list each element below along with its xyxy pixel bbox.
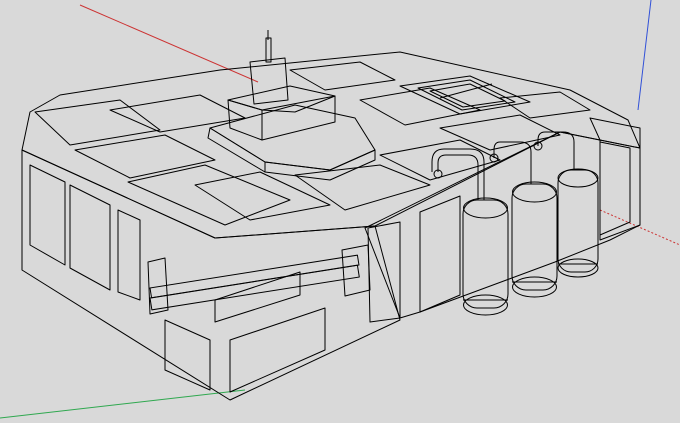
pipe-front-long-2 (149, 254, 360, 299)
canister-pipe-3 (537, 131, 575, 170)
red-axis (79, 4, 259, 83)
axis-lines (0, 0, 680, 419)
top-panel-c (194, 171, 331, 221)
top-panel-f (109, 94, 246, 133)
canister-pipe-1 (437, 154, 479, 200)
top-panel-a (74, 134, 216, 179)
top-panel-d (294, 164, 431, 211)
top-panel-left (34, 99, 161, 146)
hatch-frame (399, 75, 531, 115)
front-panel-2 (69, 184, 111, 291)
canister-3 (557, 168, 599, 278)
side-panel-1 (419, 195, 461, 313)
pipe-bracket-right (341, 244, 371, 297)
canister-2 (511, 181, 558, 298)
right-side-face (364, 131, 641, 319)
front-panel-3 (117, 209, 141, 301)
turret-base-side (264, 149, 376, 181)
turret-base-front (207, 127, 266, 173)
turret-block-side (261, 95, 336, 141)
canister-1 (462, 197, 509, 316)
scene-canvas[interactable] (0, 0, 680, 423)
hatch-interior (429, 83, 506, 108)
top-panel-b (127, 164, 291, 226)
modeling-viewport[interactable] (0, 0, 680, 423)
front-panel-1 (29, 164, 66, 266)
3d-model[interactable] (21, 30, 641, 401)
blue-axis (637, 0, 652, 111)
top-panel-i (289, 61, 396, 91)
top-face (21, 51, 641, 239)
antenna-mast (265, 37, 272, 63)
front-panel-lower (164, 319, 211, 391)
front-panel-mid (214, 271, 301, 323)
front-panel-lower-2 (229, 307, 326, 393)
turret-base-top (209, 104, 376, 171)
side-panel-2 (599, 141, 631, 236)
green-axis (0, 389, 246, 419)
